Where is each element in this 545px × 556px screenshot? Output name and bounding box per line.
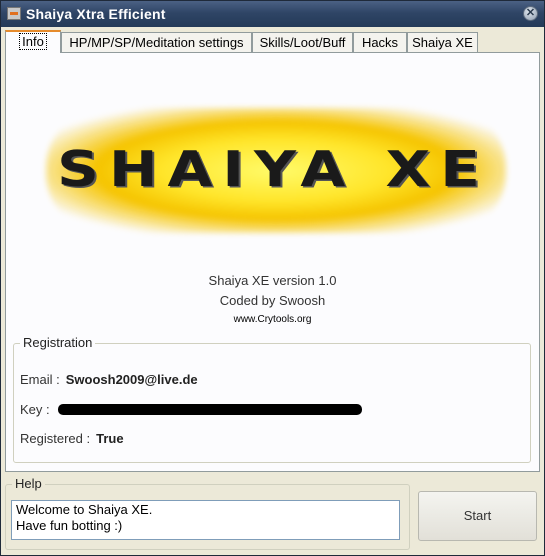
- email-row: Email : Swoosh2009@live.de: [20, 372, 198, 387]
- key-redaction-bar: [58, 404, 362, 415]
- coded-by-text: Coded by Swoosh: [219, 293, 326, 308]
- key-row: Key :: [20, 402, 50, 417]
- tab-hacks[interactable]: Hacks: [353, 32, 407, 52]
- help-group-label: Help: [12, 476, 45, 491]
- close-button[interactable]: ✕: [523, 6, 538, 21]
- tab-hp-mp-sp-meditation[interactable]: HP/MP/SP/Meditation settings: [61, 32, 252, 52]
- help-line-2: Have fun botting :): [16, 518, 123, 533]
- logo-text: SHAIYA XE: [57, 140, 490, 198]
- email-label: Email :: [20, 372, 60, 387]
- help-textbox[interactable]: Welcome to Shaiya XE. Have fun botting :…: [11, 500, 400, 540]
- app-icon: [7, 7, 21, 20]
- info-tab-panel: SHAIYA XE Shaiya XE version 1.0 Coded by…: [5, 52, 540, 472]
- shaiya-xe-logo: SHAIYA XE: [26, 73, 521, 273]
- registration-group-label: Registration: [20, 335, 96, 350]
- tab-skills-loot-buff[interactable]: Skills/Loot/Buff: [252, 32, 353, 52]
- registered-row: Registered : True: [20, 431, 124, 446]
- key-label: Key :: [20, 402, 50, 417]
- registration-group: Registration Email : Swoosh2009@live.de K…: [13, 335, 531, 463]
- version-text: Shaiya XE version 1.0: [208, 273, 337, 288]
- registered-label: Registered :: [20, 431, 91, 446]
- registered-value: True: [96, 431, 124, 446]
- tab-info-label: Info: [19, 33, 47, 50]
- app-window: Shaiya Xtra Efficient ✕ Info HP/MP/SP/Me…: [0, 0, 545, 556]
- start-button[interactable]: Start: [418, 491, 537, 541]
- window-title: Shaiya Xtra Efficient: [26, 6, 166, 22]
- email-value: Swoosh2009@live.de: [65, 372, 198, 387]
- website-text: www.Crytools.org: [233, 314, 312, 325]
- tab-shaiya-xe[interactable]: Shaiya XE: [407, 32, 478, 52]
- help-line-1: Welcome to Shaiya XE.: [16, 502, 153, 517]
- title-bar[interactable]: Shaiya Xtra Efficient ✕: [1, 1, 544, 27]
- help-group: Help Welcome to Shaiya XE. Have fun bott…: [5, 476, 410, 550]
- tab-info[interactable]: Info: [5, 30, 61, 53]
